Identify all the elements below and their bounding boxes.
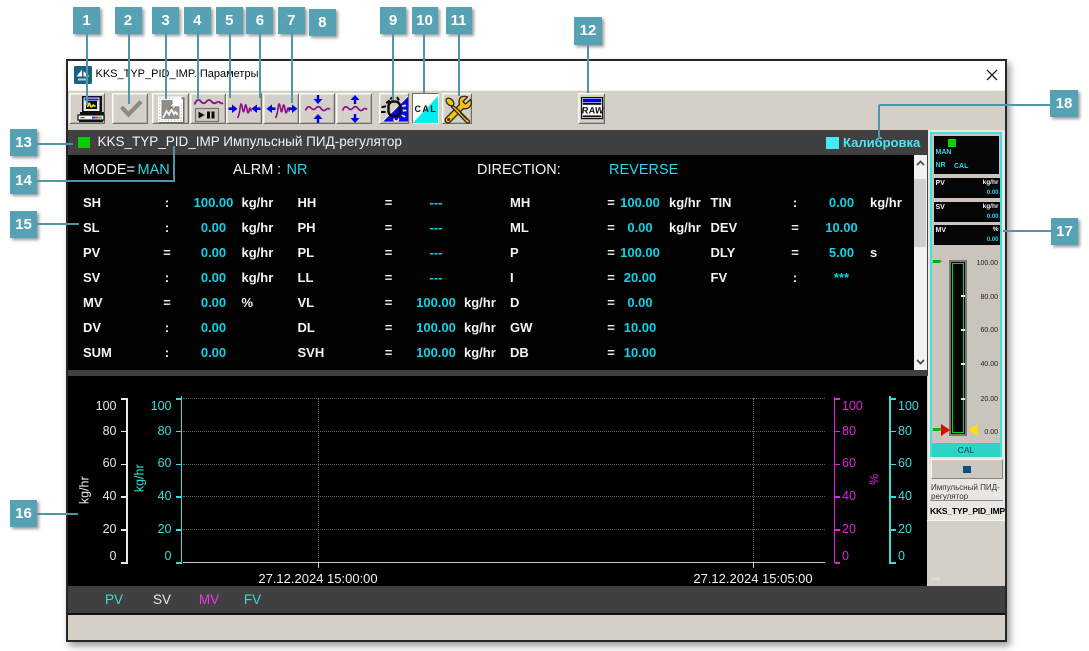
svg-text:RAW: RAW: [581, 105, 604, 115]
svg-text:CAL: CAL: [414, 104, 437, 114]
